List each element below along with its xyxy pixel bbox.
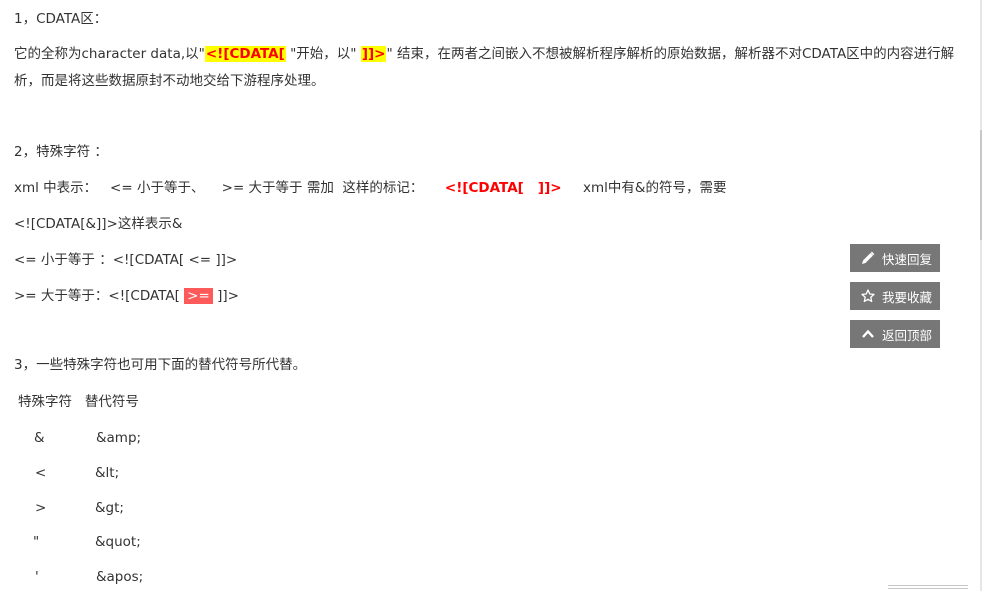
- chevron-up-icon: [860, 326, 876, 342]
- special-char-cell: ': [35, 569, 39, 585]
- cdata-tag-red: <![CDATA[ ]]>: [444, 180, 562, 196]
- line1-text-pre: xml 中表示： <= 小于等于、 >= 大于等于 需加 这样的标记：: [14, 180, 445, 196]
- entity-cell: &quot;: [95, 534, 141, 550]
- section3-heading: 3，一些特殊字符也可用下面的替代符号所代替。: [14, 357, 307, 373]
- entity-cell: &lt;: [95, 465, 120, 481]
- favorite-button[interactable]: 我要收藏: [850, 282, 940, 310]
- desc-text-mid: "开始，以": [285, 46, 361, 62]
- section1-heading: 1，CDATA区：: [14, 11, 108, 27]
- table-header: 特殊字符 替代符号: [18, 394, 139, 410]
- entity-cell: &apos;: [96, 569, 144, 585]
- line1-text-post: xml中有&的符号，需要: [561, 180, 727, 196]
- back-to-top-label: 返回顶部: [882, 327, 933, 343]
- line4-text-pre: >= 大于等于：<![CDATA[: [14, 288, 185, 304]
- favorite-label: 我要收藏: [882, 289, 933, 305]
- special-char-cell: ": [33, 534, 40, 550]
- section1-description: 它的全称为character data,以"<![CDATA[ "开始，以" ]…: [14, 41, 960, 95]
- section2-heading: 2，特殊字符 ：: [14, 144, 108, 160]
- quick-reply-label: 快速回复: [882, 251, 933, 267]
- section2-line2: <![CDATA[&]]>这样表示&: [14, 216, 183, 232]
- desc-text-pre: 它的全称为character data,以": [14, 46, 205, 62]
- quick-reply-button[interactable]: 快速回复: [850, 244, 940, 272]
- section2-line3: <= 小于等于 ：<![CDATA[ <= ]]>: [14, 252, 238, 268]
- back-to-top-button[interactable]: 返回顶部: [850, 320, 940, 348]
- divider: [888, 585, 968, 591]
- entity-cell: &gt;: [95, 500, 124, 516]
- pencil-icon: [860, 250, 876, 266]
- cdata-end-tag-highlight: ]]>: [360, 46, 387, 62]
- gte-highlight: >=: [184, 288, 213, 304]
- special-char-cell: &: [34, 430, 45, 446]
- cdata-start-tag-highlight: <![CDATA[: [204, 46, 286, 62]
- entity-cell: &amp;: [96, 430, 142, 446]
- section2-line1: xml 中表示： <= 小于等于、 >= 大于等于 需加 这样的标记： <![C…: [14, 178, 726, 198]
- special-char-cell: <: [35, 465, 47, 481]
- section2-line4: >= 大于等于：<![CDATA[ >= ]]>: [14, 286, 239, 306]
- special-char-cell: >: [35, 500, 47, 516]
- star-icon: [860, 288, 876, 304]
- line4-text-post: ]]>: [212, 288, 239, 304]
